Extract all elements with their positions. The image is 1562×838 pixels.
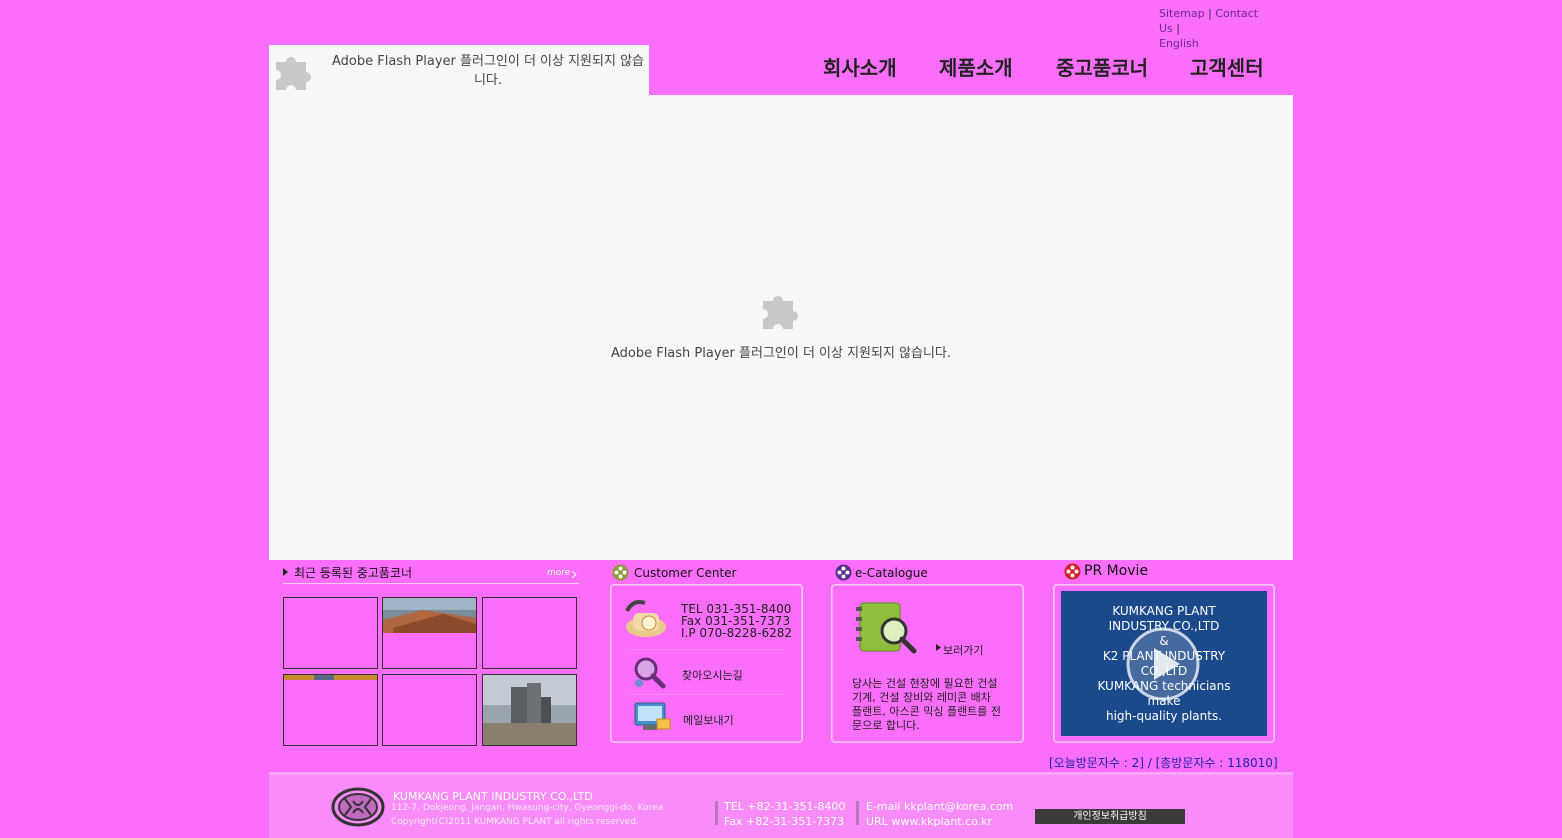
film-reel-icon	[835, 564, 852, 581]
customer-center-panel: TEL 031-351-8400 Fax 031-351-7373 I.P 07…	[610, 584, 803, 743]
sitemap-link[interactable]: Sitemap	[1159, 7, 1205, 20]
footer-company: KUMKANG PLANT INDUSTRY CO.,LTD	[393, 790, 593, 803]
nav-customer-center[interactable]: 고객센터	[1190, 52, 1264, 81]
crane-photo	[383, 598, 476, 633]
view-catalogue-link[interactable]: 보러가기	[943, 642, 983, 658]
arrow-right-icon	[283, 568, 288, 576]
used-item-thumbnail[interactable]	[382, 674, 477, 746]
footer-fax: Fax +82-31-351-7373	[724, 815, 845, 828]
main-nav: 회사소개 제품소개 중고품코너 고객센터	[823, 52, 1273, 82]
ip-number: I.P 070-8228-6282	[681, 626, 793, 640]
footer-copyright: Copyright(C)2011 KUMKANG PLANT all right…	[391, 817, 639, 827]
e-catalogue-panel: 보러가기 당사는 건설 현장에 필요한 건설 기계, 건설 장비와 레미콘 배차…	[831, 584, 1024, 743]
footer-address: 112-7, Dokjeong, Jangan, Hwasung-city, G…	[391, 803, 664, 813]
privacy-policy-button[interactable]: 개인정보취급방침	[1035, 809, 1185, 824]
directions-link[interactable]: 찾아오시는길	[682, 667, 743, 683]
catalogue-description: 당사는 건설 현장에 필요한 건설 기계, 건설 장비와 레미콘 배차 플랜트,…	[852, 677, 1002, 732]
footer-tel: TEL +82-31-351-8400	[724, 800, 846, 813]
nav-used-corner[interactable]: 중고품코너	[1056, 52, 1148, 81]
utility-links: Sitemap | Contact Us | English	[1159, 6, 1269, 51]
nav-products[interactable]: 제품소개	[939, 52, 1013, 81]
separator: |	[1208, 7, 1212, 20]
chevron-right-icon	[572, 571, 577, 578]
footer-url: URL www.kkplant.co.kr	[866, 815, 993, 828]
pr-movie-title: PR Movie	[1084, 563, 1149, 579]
plant-photo	[483, 675, 576, 745]
english-link[interactable]: English	[1159, 37, 1199, 50]
flash-unsupported-message: Adobe Flash Player 플러그인이 더 이상 지원되지 않습니다.	[331, 54, 644, 88]
customer-center-title: Customer Center	[634, 566, 737, 580]
divider	[715, 801, 718, 825]
film-reel-icon	[612, 564, 629, 581]
used-item-thumbnail[interactable]	[482, 597, 577, 669]
separator: |	[1176, 22, 1181, 35]
catalogue-book-icon[interactable]	[854, 599, 924, 661]
logo-flash-placeholder: Adobe Flash Player 플러그인이 더 이상 지원되지 않습니다.	[269, 45, 649, 95]
kumkang-logo	[331, 787, 385, 827]
main-flash-placeholder: Adobe Flash Player 플러그인이 더 이상 지원되지 않습니다.	[269, 95, 1293, 560]
puzzle-plugin-icon	[276, 57, 311, 90]
movie-text-line: KUMKANG PLANT	[1112, 604, 1216, 618]
divider	[629, 694, 784, 695]
used-item-thumbnail[interactable]	[482, 674, 577, 746]
machine-photo-strip	[284, 675, 377, 680]
phone-icon	[625, 600, 666, 637]
e-catalogue-title: e-Catalogue	[855, 566, 928, 580]
flash-unsupported-message: Adobe Flash Player 플러그인이 더 이상 지원되지 않습니다.	[610, 346, 952, 361]
send-mail-link[interactable]: 메일보내기	[683, 712, 734, 728]
pr-movie-panel: KUMKANG PLANT INDUSTRY CO.,LTD & K2 PLAN…	[1053, 584, 1275, 743]
nav-company[interactable]: 회사소개	[823, 52, 897, 81]
mail-monitor-icon	[634, 702, 671, 730]
film-reel-icon	[1064, 563, 1081, 580]
play-button-icon[interactable]	[1125, 626, 1201, 702]
movie-text-line: high-quality plants.	[1105, 709, 1223, 723]
pr-movie-player[interactable]: KUMKANG PLANT INDUSTRY CO.,LTD & K2 PLAN…	[1061, 591, 1267, 736]
footer: KUMKANG PLANT INDUSTRY CO.,LTD 112-7, Do…	[269, 772, 1293, 838]
used-item-thumbnail[interactable]	[283, 674, 378, 746]
arrow-right-icon	[936, 644, 941, 651]
footer-email: E-mail kkplant@korea.com	[866, 800, 1014, 813]
divider	[283, 583, 579, 584]
used-corner-section: 최근 등록된 중고품코너 more	[283, 563, 579, 748]
used-item-thumbnail[interactable]	[283, 597, 378, 669]
used-item-thumbnail[interactable]	[382, 597, 477, 669]
visitor-counter: [오늘방문자수 : 2] / [총방문자수 : 118010]	[1049, 756, 1278, 770]
puzzle-plugin-icon	[763, 296, 798, 329]
divider	[856, 801, 859, 825]
used-corner-title: 최근 등록된 중고품코너	[294, 566, 413, 580]
more-link[interactable]: more	[547, 568, 570, 578]
divider	[629, 649, 784, 650]
magnifier-icon	[634, 657, 666, 689]
